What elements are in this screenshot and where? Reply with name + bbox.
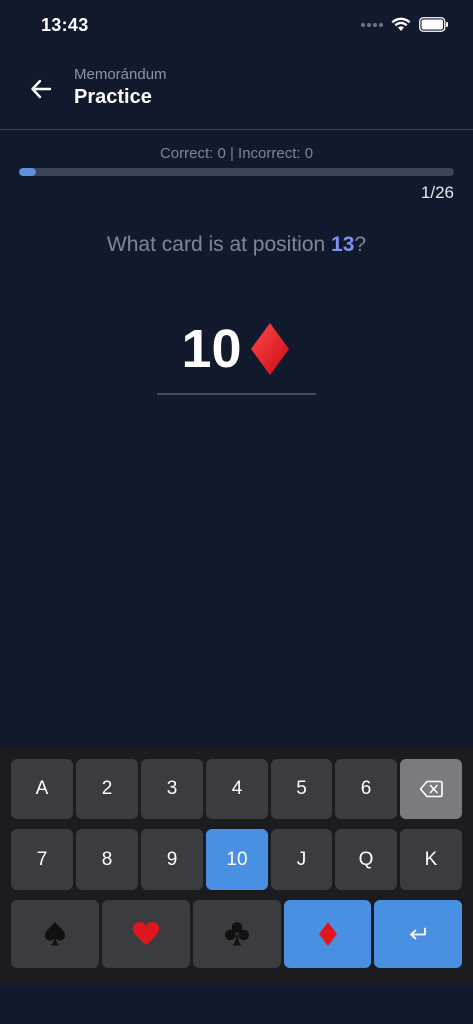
- heart-icon: [133, 922, 159, 945]
- status-time: 13:43: [41, 15, 89, 35]
- club-icon: [225, 922, 249, 946]
- page-title: Practice: [74, 86, 152, 108]
- key-q[interactable]: Q: [335, 829, 397, 890]
- question-suffix: ?: [354, 233, 367, 256]
- battery-icon: [419, 17, 448, 32]
- question-text: What card is at position 13?: [0, 233, 473, 257]
- question-position: 13: [331, 233, 355, 256]
- spade-icon: [45, 922, 65, 946]
- app-header: Memorándum Practice: [0, 52, 473, 130]
- answer-display: 10: [0, 318, 473, 380]
- key-j[interactable]: J: [271, 829, 332, 890]
- key-9[interactable]: 9: [141, 829, 203, 890]
- key-hearts[interactable]: [102, 900, 190, 968]
- arrow-left-icon: [31, 79, 52, 99]
- enter-key[interactable]: [374, 900, 462, 968]
- status-bar: 13:43: [0, 0, 473, 52]
- back-button[interactable]: [26, 74, 56, 104]
- wifi-icon: [391, 17, 411, 31]
- key-10[interactable]: 10: [206, 829, 268, 890]
- key-3[interactable]: 3: [141, 759, 203, 819]
- return-icon: [410, 927, 426, 940]
- home-indicator-area: [0, 986, 473, 1024]
- backspace-key[interactable]: [400, 759, 462, 819]
- key-clubs[interactable]: [193, 900, 281, 968]
- key-5[interactable]: 5: [271, 759, 332, 819]
- key-k[interactable]: K: [400, 829, 462, 890]
- key-6[interactable]: 6: [335, 759, 397, 819]
- answer-rank: 10: [181, 319, 242, 379]
- key-spades[interactable]: [11, 900, 99, 968]
- progress-counter: 1/26: [420, 183, 454, 202]
- progress-fill: [19, 168, 36, 176]
- key-diamonds[interactable]: [284, 900, 371, 968]
- backspace-icon: [419, 780, 443, 798]
- progress-bar: [19, 168, 454, 176]
- header-subtitle: Memorándum: [74, 66, 167, 83]
- key-4[interactable]: 4: [206, 759, 268, 819]
- diamond-icon: [250, 323, 289, 375]
- diamond-icon: [318, 922, 337, 946]
- question-prefix: What card is at position: [106, 233, 332, 256]
- key-8[interactable]: 8: [76, 829, 138, 890]
- answer-underline: [157, 393, 316, 395]
- card-keyboard: A 2 3 4 5 6 7 8 9 10 J Q K: [0, 748, 473, 986]
- score-text: Correct: 0 | Incorrect: 0: [159, 145, 314, 162]
- signal-icon: [361, 22, 383, 27]
- status-icons: [361, 17, 449, 32]
- key-2[interactable]: 2: [76, 759, 138, 819]
- key-a[interactable]: A: [11, 759, 73, 819]
- key-7[interactable]: 7: [11, 829, 73, 890]
